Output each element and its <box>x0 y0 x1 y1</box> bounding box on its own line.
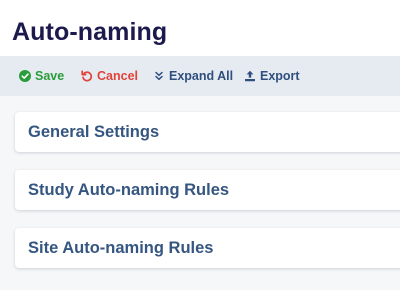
section-title: General Settings <box>28 123 160 141</box>
cancel-label: Cancel <box>97 69 138 83</box>
content-area: General Settings Study Auto-naming Rules… <box>0 96 400 290</box>
page-header: Auto-naming <box>0 0 400 56</box>
double-chevron-down-icon <box>152 70 165 83</box>
save-button[interactable]: Save <box>18 56 64 96</box>
expand-all-label: Expand All <box>169 69 234 83</box>
section-study-auto-naming-rules[interactable]: Study Auto-naming Rules <box>15 170 400 210</box>
upload-icon <box>243 70 256 83</box>
cancel-button[interactable]: Cancel <box>80 56 138 96</box>
export-label: Export <box>260 69 300 83</box>
undo-icon <box>80 70 93 83</box>
section-general-settings[interactable]: General Settings <box>15 112 400 152</box>
expand-all-button[interactable]: Expand All <box>152 56 233 96</box>
section-site-auto-naming-rules[interactable]: Site Auto-naming Rules <box>15 228 400 268</box>
section-title: Site Auto-naming Rules <box>28 239 214 257</box>
check-circle-icon <box>18 70 31 83</box>
toolbar: Save Cancel Expand All Export <box>0 56 400 96</box>
export-button[interactable]: Export <box>243 56 300 96</box>
save-label: Save <box>35 69 65 83</box>
page-title: Auto-naming <box>12 18 168 46</box>
section-title: Study Auto-naming Rules <box>28 181 230 199</box>
